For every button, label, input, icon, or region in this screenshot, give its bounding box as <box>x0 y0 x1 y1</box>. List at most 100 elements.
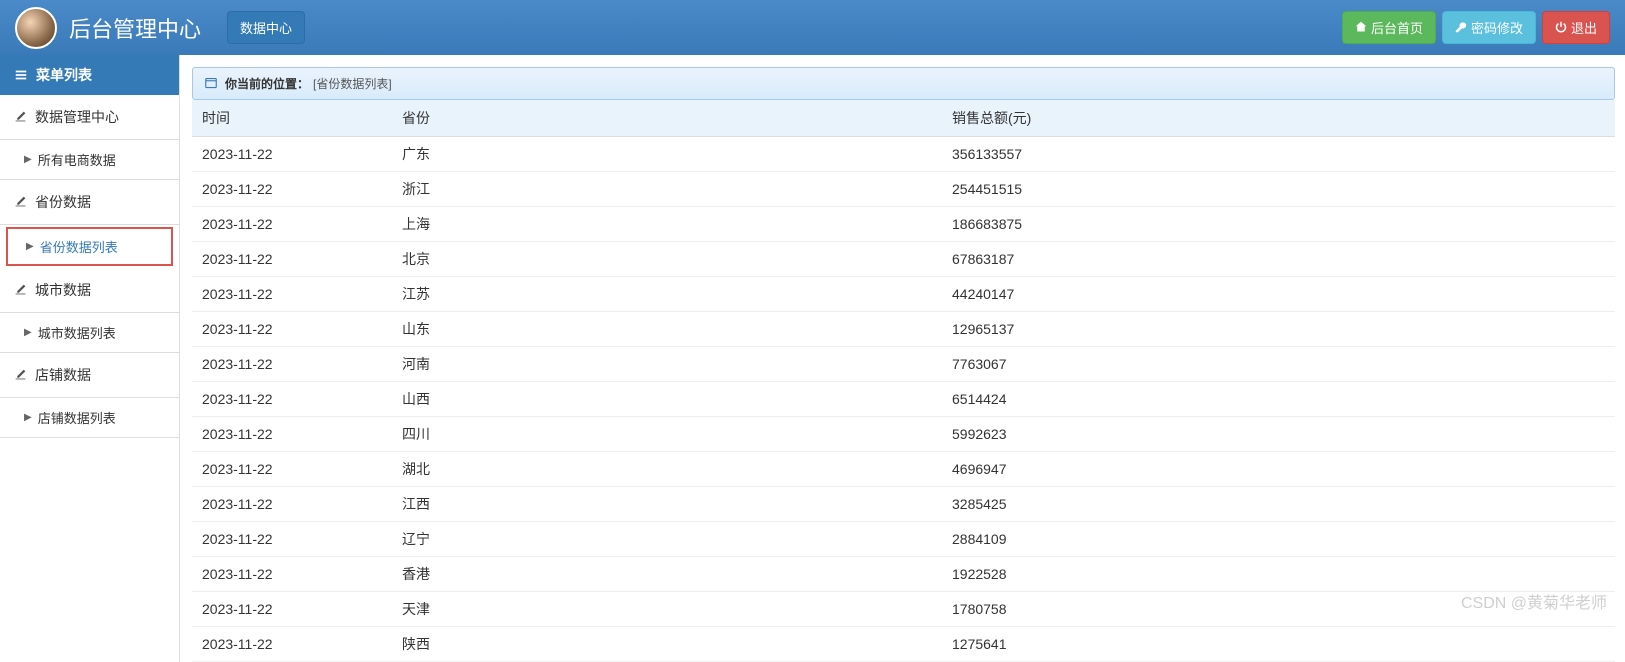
menu-item[interactable]: ▶ 城市数据列表 <box>0 313 179 353</box>
table-row: 2023-11-22山西6514424 <box>192 382 1615 417</box>
table-row: 2023-11-22天津1780758 <box>192 592 1615 627</box>
cell-date: 2023-11-22 <box>192 627 392 662</box>
cell-date: 2023-11-22 <box>192 592 392 627</box>
menu-header: 菜单列表 <box>0 55 179 95</box>
caret-icon: ▶ <box>24 412 32 423</box>
menu-group-label: 省份数据 <box>35 192 91 212</box>
table-row: 2023-11-22上海186683875 <box>192 207 1615 242</box>
cell-date: 2023-11-22 <box>192 417 392 452</box>
cell-date: 2023-11-22 <box>192 347 392 382</box>
cell-province: 陕西 <box>392 627 942 662</box>
main-content: 你当前的位置： [省份数据列表] 时间 省份 销售总额(元) 2023-11-2… <box>180 55 1625 662</box>
edit-icon <box>14 283 27 298</box>
menu-item[interactable]: ▶ 店铺数据列表 <box>0 398 179 438</box>
menu-group[interactable]: 城市数据 <box>0 268 179 313</box>
cell-amount: 7763067 <box>942 347 1615 382</box>
table-header-row: 时间 省份 销售总额(元) <box>192 100 1615 137</box>
caret-icon: ▶ <box>26 241 34 252</box>
data-center-button[interactable]: 数据中心 <box>227 11 305 44</box>
table-row: 2023-11-22山东12965137 <box>192 312 1615 347</box>
power-icon <box>1555 21 1567 35</box>
col-header-date: 时间 <box>192 100 392 137</box>
cell-amount: 12965137 <box>942 312 1615 347</box>
menu-item-label: 所有电商数据 <box>38 150 116 169</box>
cell-date: 2023-11-22 <box>192 137 392 172</box>
breadcrumb: 你当前的位置： [省份数据列表] <box>192 67 1615 100</box>
password-button[interactable]: 密码修改 <box>1442 11 1536 44</box>
header-bar: 后台管理中心 数据中心 后台首页 密码修改 退出 <box>0 0 1625 55</box>
cell-amount: 5992623 <box>942 417 1615 452</box>
cell-date: 2023-11-22 <box>192 242 392 277</box>
col-header-amount: 销售总额(元) <box>942 100 1615 137</box>
menu-group[interactable]: 店铺数据 <box>0 353 179 398</box>
header-actions: 后台首页 密码修改 退出 <box>1336 11 1610 44</box>
cell-province: 江西 <box>392 487 942 522</box>
cell-amount: 1922528 <box>942 557 1615 592</box>
home-button-label: 后台首页 <box>1371 18 1423 37</box>
home-icon <box>1355 21 1367 35</box>
menu-item[interactable]: ▶ 省份数据列表 <box>6 227 173 266</box>
key-icon <box>1455 21 1467 35</box>
cell-province: 山东 <box>392 312 942 347</box>
col-header-province: 省份 <box>392 100 942 137</box>
window-icon <box>205 77 217 91</box>
cell-amount: 4696947 <box>942 452 1615 487</box>
table-row: 2023-11-22香港1922528 <box>192 557 1615 592</box>
edit-icon <box>14 195 27 210</box>
breadcrumb-label: 你当前的位置： <box>225 75 309 92</box>
cell-province: 天津 <box>392 592 942 627</box>
table-row: 2023-11-22陕西1275641 <box>192 627 1615 662</box>
cell-province: 上海 <box>392 207 942 242</box>
edit-icon <box>14 368 27 383</box>
cell-date: 2023-11-22 <box>192 172 392 207</box>
logout-button-label: 退出 <box>1571 18 1597 37</box>
cell-amount: 1780758 <box>942 592 1615 627</box>
cell-province: 湖北 <box>392 452 942 487</box>
menu-group[interactable]: 省份数据 <box>0 180 179 225</box>
cell-date: 2023-11-22 <box>192 382 392 417</box>
table-row: 2023-11-22江西3285425 <box>192 487 1615 522</box>
cell-amount: 3285425 <box>942 487 1615 522</box>
table-row: 2023-11-22四川5992623 <box>192 417 1615 452</box>
cell-date: 2023-11-22 <box>192 557 392 592</box>
cell-amount: 67863187 <box>942 242 1615 277</box>
data-table: 时间 省份 销售总额(元) 2023-11-22广东3561335572023-… <box>192 100 1615 662</box>
password-button-label: 密码修改 <box>1471 18 1523 37</box>
cell-province: 香港 <box>392 557 942 592</box>
cell-date: 2023-11-22 <box>192 522 392 557</box>
cell-amount: 254451515 <box>942 172 1615 207</box>
cell-province: 山西 <box>392 382 942 417</box>
table-row: 2023-11-22北京67863187 <box>192 242 1615 277</box>
menu-group[interactable]: 数据管理中心 <box>0 95 179 140</box>
cell-date: 2023-11-22 <box>192 452 392 487</box>
breadcrumb-value: [省份数据列表] <box>313 75 392 92</box>
menu-group-label: 城市数据 <box>35 280 91 300</box>
menu-item-label: 店铺数据列表 <box>38 408 116 427</box>
menu-item[interactable]: ▶所有电商数据 <box>0 140 179 180</box>
app-title: 后台管理中心 <box>69 12 201 44</box>
menu-item-label: 省份数据列表 <box>40 237 118 256</box>
cell-amount: 1275641 <box>942 627 1615 662</box>
cell-amount: 186683875 <box>942 207 1615 242</box>
sidebar: 菜单列表 数据管理中心▶所有电商数据省份数据▶省份数据列表城市数据▶城市数据列表… <box>0 55 180 662</box>
cell-amount: 356133557 <box>942 137 1615 172</box>
cell-province: 河南 <box>392 347 942 382</box>
home-button[interactable]: 后台首页 <box>1342 11 1436 44</box>
cell-province: 浙江 <box>392 172 942 207</box>
table-row: 2023-11-22湖北4696947 <box>192 452 1615 487</box>
cell-date: 2023-11-22 <box>192 207 392 242</box>
menu-item-label: 城市数据列表 <box>38 323 116 342</box>
logout-button[interactable]: 退出 <box>1542 11 1610 44</box>
caret-icon: ▶ <box>24 327 32 338</box>
cell-province: 江苏 <box>392 277 942 312</box>
table-row: 2023-11-22广东356133557 <box>192 137 1615 172</box>
cell-province: 广东 <box>392 137 942 172</box>
table-row: 2023-11-22浙江254451515 <box>192 172 1615 207</box>
avatar[interactable] <box>15 7 57 49</box>
cell-amount: 6514424 <box>942 382 1615 417</box>
cell-date: 2023-11-22 <box>192 312 392 347</box>
menu-group-label: 数据管理中心 <box>35 107 119 127</box>
cell-date: 2023-11-22 <box>192 277 392 312</box>
cell-province: 四川 <box>392 417 942 452</box>
menu-header-label: 菜单列表 <box>36 65 92 85</box>
